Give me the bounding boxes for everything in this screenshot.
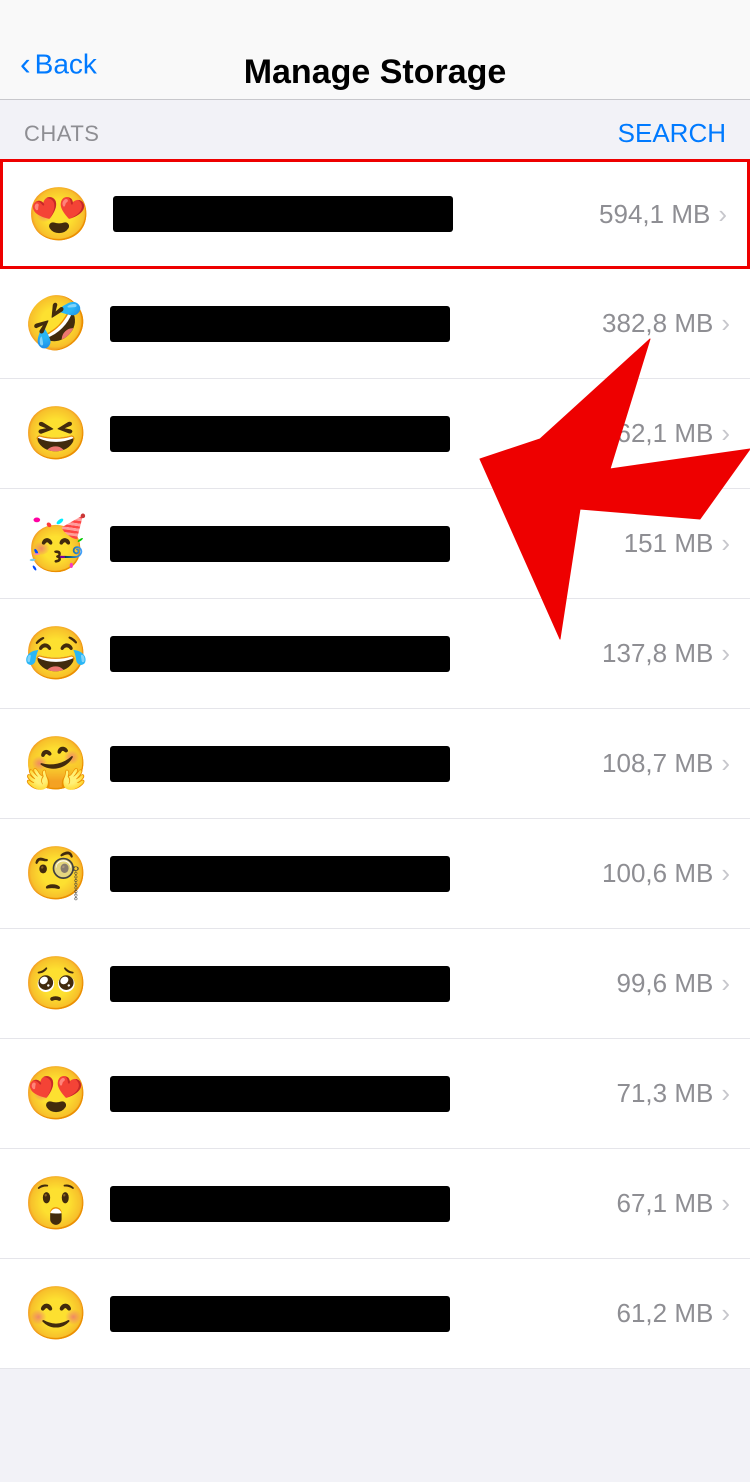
chat-name-redacted (110, 636, 450, 672)
chat-avatar: 😊 (20, 1278, 92, 1350)
chevron-right-icon: › (721, 1298, 730, 1329)
chat-size: 61,2 MB (617, 1298, 714, 1329)
chat-size: 382,8 MB (602, 308, 713, 339)
chat-list-item[interactable]: 🤗 108,7 MB › (0, 709, 750, 819)
chat-right: 151 MB › (624, 528, 730, 559)
chat-size: 594,1 MB (599, 199, 710, 230)
chat-list-container: 😍 594,1 MB › 🤣 382,8 MB › 😆 162 (0, 159, 750, 1369)
chat-right: 99,6 MB › (617, 968, 731, 999)
chat-size: 108,7 MB (602, 748, 713, 779)
section-header: CHATS SEARCH (0, 100, 750, 159)
chat-right: 67,1 MB › (617, 1188, 731, 1219)
back-button[interactable]: ‹ Back (20, 47, 97, 82)
chat-avatar: 🥳 (20, 508, 92, 580)
back-label: Back (35, 49, 97, 81)
chat-avatar: 🤣 (20, 288, 92, 360)
chevron-right-icon: › (721, 1188, 730, 1219)
chevron-left-icon: ‹ (20, 45, 31, 82)
chat-name-block (110, 306, 590, 342)
chat-list-item[interactable]: 😍 71,3 MB › (0, 1039, 750, 1149)
chat-right: 137,8 MB › (602, 638, 730, 669)
chat-list-item[interactable]: 😍 594,1 MB › (0, 159, 750, 269)
chat-list-item[interactable]: 🥺 99,6 MB › (0, 929, 750, 1039)
chat-name-redacted (110, 856, 450, 892)
chat-name-redacted (110, 1296, 450, 1332)
chat-size: 151 MB (624, 528, 714, 559)
chat-name-block (110, 1296, 605, 1332)
chat-avatar: 😂 (20, 618, 92, 690)
chat-avatar: 🥺 (20, 948, 92, 1020)
chat-list-item[interactable]: 😆 162,1 MB › (0, 379, 750, 489)
chat-name-redacted (110, 306, 450, 342)
chevron-right-icon: › (721, 418, 730, 449)
chat-avatar: 😍 (23, 178, 95, 250)
chat-name-block (110, 636, 590, 672)
chat-list-item[interactable]: 🤣 382,8 MB › (0, 269, 750, 379)
chat-right: 382,8 MB › (602, 308, 730, 339)
chat-right: 100,6 MB › (602, 858, 730, 889)
chevron-right-icon: › (721, 748, 730, 779)
chat-size: 162,1 MB (602, 418, 713, 449)
page-title: Manage Storage (244, 53, 507, 92)
chat-right: 162,1 MB › (602, 418, 730, 449)
chat-name-block (110, 966, 605, 1002)
navigation-bar: ‹ Back Manage Storage (0, 0, 750, 100)
chat-name-redacted (110, 526, 450, 562)
chat-size: 71,3 MB (617, 1078, 714, 1109)
chat-name-redacted (113, 196, 453, 232)
chevron-right-icon: › (718, 199, 727, 230)
chats-section-label: CHATS (24, 121, 99, 147)
chat-right: 61,2 MB › (617, 1298, 731, 1329)
chat-avatar: 🤗 (20, 728, 92, 800)
chat-name-redacted (110, 1186, 450, 1222)
chat-name-block (110, 1076, 605, 1112)
chat-list-item[interactable]: 🥳 151 MB › (0, 489, 750, 599)
chat-name-redacted (110, 416, 450, 452)
chat-right: 108,7 MB › (602, 748, 730, 779)
chat-right: 594,1 MB › (599, 199, 727, 230)
chevron-right-icon: › (721, 638, 730, 669)
chat-avatar: 😲 (20, 1168, 92, 1240)
chat-name-block (110, 416, 590, 452)
chat-name-redacted (110, 966, 450, 1002)
chat-avatar: 😆 (20, 398, 92, 470)
chat-name-block (110, 526, 612, 562)
chat-size: 99,6 MB (617, 968, 714, 999)
chat-size: 67,1 MB (617, 1188, 714, 1219)
chat-name-block (110, 746, 590, 782)
chat-list-item[interactable]: 😲 67,1 MB › (0, 1149, 750, 1259)
chat-right: 71,3 MB › (617, 1078, 731, 1109)
chat-name-block (113, 196, 587, 232)
chevron-right-icon: › (721, 858, 730, 889)
chat-size: 100,6 MB (602, 858, 713, 889)
chat-avatar: 🧐 (20, 838, 92, 910)
chat-list: 😍 594,1 MB › 🤣 382,8 MB › 😆 162 (0, 159, 750, 1369)
chevron-right-icon: › (721, 968, 730, 999)
chat-name-block (110, 856, 590, 892)
chat-list-item[interactable]: 🧐 100,6 MB › (0, 819, 750, 929)
chat-list-item[interactable]: 😂 137,8 MB › (0, 599, 750, 709)
chat-size: 137,8 MB (602, 638, 713, 669)
chat-avatar: 😍 (20, 1058, 92, 1130)
chat-name-redacted (110, 1076, 450, 1112)
search-button[interactable]: SEARCH (618, 118, 726, 149)
chevron-right-icon: › (721, 1078, 730, 1109)
chevron-right-icon: › (721, 528, 730, 559)
chat-name-redacted (110, 746, 450, 782)
chat-name-block (110, 1186, 605, 1222)
chevron-right-icon: › (721, 308, 730, 339)
chat-list-item[interactable]: 😊 61,2 MB › (0, 1259, 750, 1369)
